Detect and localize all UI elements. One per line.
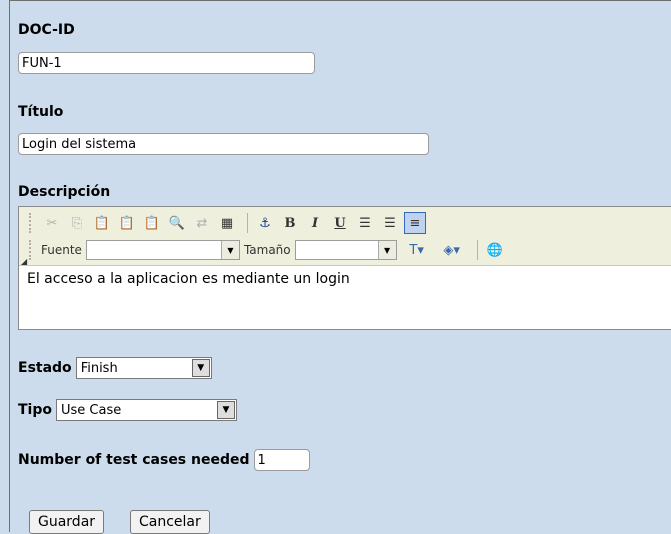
save-button[interactable]: Guardar xyxy=(29,510,105,534)
editor-content[interactable]: El acceso a la aplicacion es mediante un… xyxy=(19,265,358,293)
toolbar-row-1: ✂ ⎘ 📋 📋 📋 🔍 ⇄ ▦ ⚓ B I U ☰ ☰ ≡ xyxy=(29,210,429,236)
chevron-down-icon: ▼ xyxy=(220,241,239,259)
size-select[interactable]: ▼ xyxy=(294,240,397,260)
docid-input[interactable] xyxy=(18,52,315,74)
tipo-selected-value: Use Case xyxy=(61,402,122,418)
tipo-select[interactable]: Use Case ▼ xyxy=(56,399,237,421)
titulo-input[interactable] xyxy=(18,133,429,155)
tipo-label: Tipo xyxy=(18,402,52,418)
descripcion-label: Descripción xyxy=(18,184,111,200)
estado-row: Estado Finish ▼ xyxy=(18,357,212,379)
align-left-icon[interactable]: ≡ xyxy=(404,212,426,234)
toolbar-grip[interactable] xyxy=(29,213,35,233)
cancel-button[interactable]: Cancelar xyxy=(130,510,210,534)
chevron-down-icon: ▼ xyxy=(377,241,396,259)
tipo-row: Tipo Use Case ▼ xyxy=(18,399,237,421)
select-all-icon[interactable]: ▦ xyxy=(216,212,238,234)
estado-select[interactable]: Finish ▼ xyxy=(75,357,212,379)
ordered-list-icon[interactable]: ☰ xyxy=(354,212,376,234)
copy-icon[interactable]: ⎘ xyxy=(66,212,88,234)
unordered-list-icon[interactable]: ☰ xyxy=(379,212,401,234)
toolbar-separator xyxy=(476,240,478,260)
paste-text-icon[interactable]: 📋 xyxy=(116,212,138,234)
estado-label: Estado xyxy=(18,360,72,376)
find-icon[interactable]: 🔍 xyxy=(166,212,188,234)
num-tests-label: Number of test cases needed xyxy=(18,452,250,468)
font-label: Fuente xyxy=(41,243,82,257)
editor-toolbar: ◢ ✂ ⎘ 📋 📋 📋 🔍 ⇄ ▦ ⚓ B I U ☰ ☰ ≡ Fuente ▼ xyxy=(19,207,671,266)
titulo-label: Título xyxy=(18,104,64,120)
rich-text-editor: ◢ ✂ ⎘ 📋 📋 📋 🔍 ⇄ ▦ ⚓ B I U ☰ ☰ ≡ Fuente ▼ xyxy=(18,206,671,330)
background-color-icon[interactable]: ◈▾ xyxy=(436,239,468,261)
font-select[interactable]: ▼ xyxy=(85,240,240,260)
link-icon[interactable]: 🌐 xyxy=(484,239,506,261)
bold-icon[interactable]: B xyxy=(279,212,301,234)
num-tests-input[interactable] xyxy=(253,449,310,471)
size-label: Tamaño xyxy=(243,243,291,257)
underline-icon[interactable]: U xyxy=(329,212,351,234)
num-tests-row: Number of test cases needed xyxy=(18,449,310,471)
text-color-icon[interactable]: T▾ xyxy=(401,239,433,261)
estado-selected-value: Finish xyxy=(80,360,118,376)
toolbar-separator xyxy=(247,213,248,233)
paste-icon[interactable]: 📋 xyxy=(91,212,113,234)
docid-label: DOC-ID xyxy=(18,22,75,38)
paste-word-icon[interactable]: 📋 xyxy=(141,212,163,234)
replace-icon[interactable]: ⇄ xyxy=(191,212,213,234)
toolbar-grip-2[interactable] xyxy=(29,240,35,260)
chevron-down-icon: ▼ xyxy=(191,359,210,377)
cut-icon[interactable]: ✂ xyxy=(41,212,63,234)
chevron-down-icon: ▼ xyxy=(217,401,235,419)
italic-icon[interactable]: I xyxy=(304,212,326,234)
anchor-icon[interactable]: ⚓ xyxy=(254,212,276,234)
toolbar-row-2: Fuente ▼ Tamaño ▼ T▾ ◈▾ 🌐 xyxy=(29,237,509,263)
